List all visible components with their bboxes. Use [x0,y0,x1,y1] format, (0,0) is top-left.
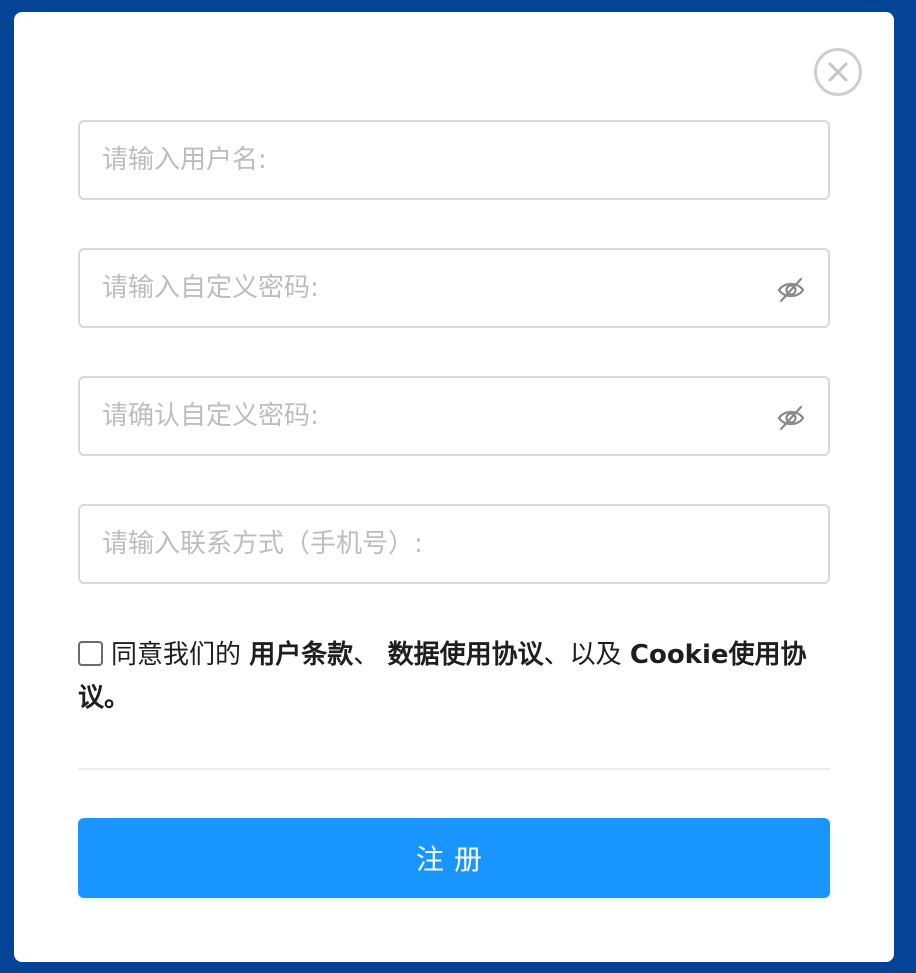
password-input[interactable] [102,250,762,326]
username-field [78,120,830,200]
data-policy-link[interactable]: 数据使用协议 [388,640,544,670]
terms-link[interactable]: 用户条款 [249,640,353,670]
confirm-password-input[interactable] [102,378,762,454]
divider [78,768,830,770]
agreement-prefix: 同意我们的 [111,640,242,670]
agreement-separator: 、 [353,640,380,670]
close-button[interactable] [814,48,862,96]
register-dialog: 同意我们的 用户条款、 数据使用协议、以及 Cookie使用协议。 注册 [14,12,894,962]
eye-off-icon[interactable] [776,403,806,433]
confirm-password-field [78,376,830,456]
username-input[interactable] [102,122,762,198]
register-button[interactable]: 注册 [78,818,830,898]
close-icon [828,62,848,82]
agreement-suffix: 。 [104,683,131,713]
phone-input[interactable] [102,506,762,582]
agreement-text: 同意我们的 用户条款、 数据使用协议、以及 Cookie使用协议。 [78,634,830,720]
agree-checkbox[interactable] [78,641,103,666]
phone-field [78,504,830,584]
eye-off-icon[interactable] [776,275,806,305]
password-field [78,248,830,328]
agreement-separator: 、以及 [543,640,622,670]
